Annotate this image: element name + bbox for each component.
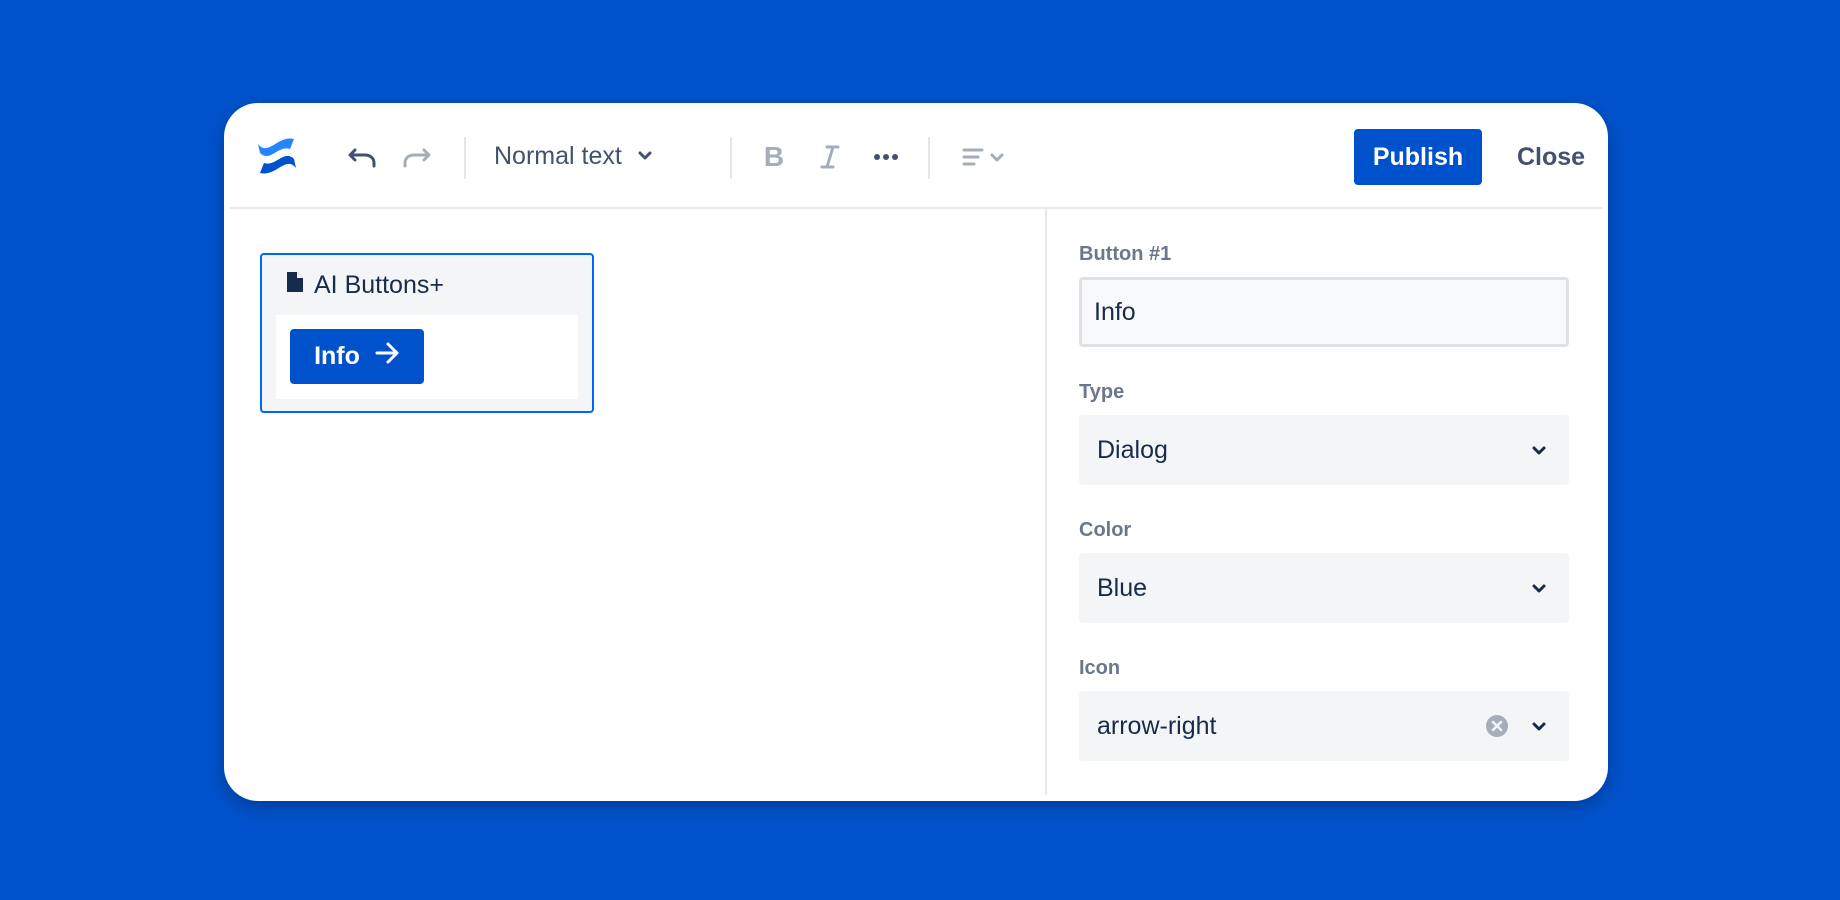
macro-title: AI Buttons+ [314, 270, 444, 299]
arrow-right-icon [374, 341, 400, 372]
button-label-input[interactable] [1079, 277, 1569, 347]
chevron-down-icon [1527, 576, 1551, 600]
color-select[interactable]: Blue [1079, 553, 1569, 623]
toolbar-separator [464, 137, 466, 179]
text-style-dropdown[interactable]: Normal text [486, 133, 662, 179]
close-button[interactable]: Close [1496, 129, 1606, 185]
toolbar-separator [730, 137, 732, 179]
color-field-label: Color [1079, 519, 1132, 541]
macro-preview: Info [276, 315, 578, 399]
panel-divider [1045, 209, 1047, 795]
document-icon [286, 271, 304, 300]
undo-icon[interactable] [346, 141, 378, 173]
editor-toolbar: Normal text B Publish Close [230, 103, 1602, 209]
chevron-down-icon [1527, 438, 1551, 462]
icon-field-label: Icon [1079, 657, 1121, 679]
button-field-label: Button #1 [1079, 243, 1172, 265]
type-select[interactable]: Dialog [1079, 415, 1569, 485]
type-select-value: Dialog [1097, 435, 1168, 464]
redo-icon[interactable] [401, 141, 433, 173]
text-style-label: Normal text [494, 141, 622, 170]
publish-button[interactable]: Publish [1354, 129, 1482, 185]
clear-icon[interactable] [1483, 712, 1511, 740]
align-left-icon[interactable] [954, 139, 1012, 175]
italic-icon[interactable] [812, 139, 848, 175]
info-button[interactable]: Info [290, 329, 424, 384]
bold-icon[interactable]: B [756, 139, 792, 175]
editor-window: Normal text B Publish Close AI Buttons+ … [224, 103, 1608, 801]
toolbar-separator [928, 137, 930, 179]
color-select-value: Blue [1097, 573, 1148, 602]
macro-header: AI Buttons+ [286, 269, 444, 301]
icon-select[interactable]: arrow-right [1079, 691, 1569, 761]
info-button-label: Info [314, 342, 360, 370]
type-field-label: Type [1079, 381, 1125, 403]
macro-block[interactable]: AI Buttons+ Info [260, 253, 594, 413]
more-icon[interactable] [868, 139, 904, 175]
chevron-down-icon [1527, 714, 1551, 738]
icon-select-value: arrow-right [1097, 711, 1217, 740]
chevron-down-icon [636, 142, 654, 171]
confluence-logo-icon[interactable] [254, 133, 300, 179]
